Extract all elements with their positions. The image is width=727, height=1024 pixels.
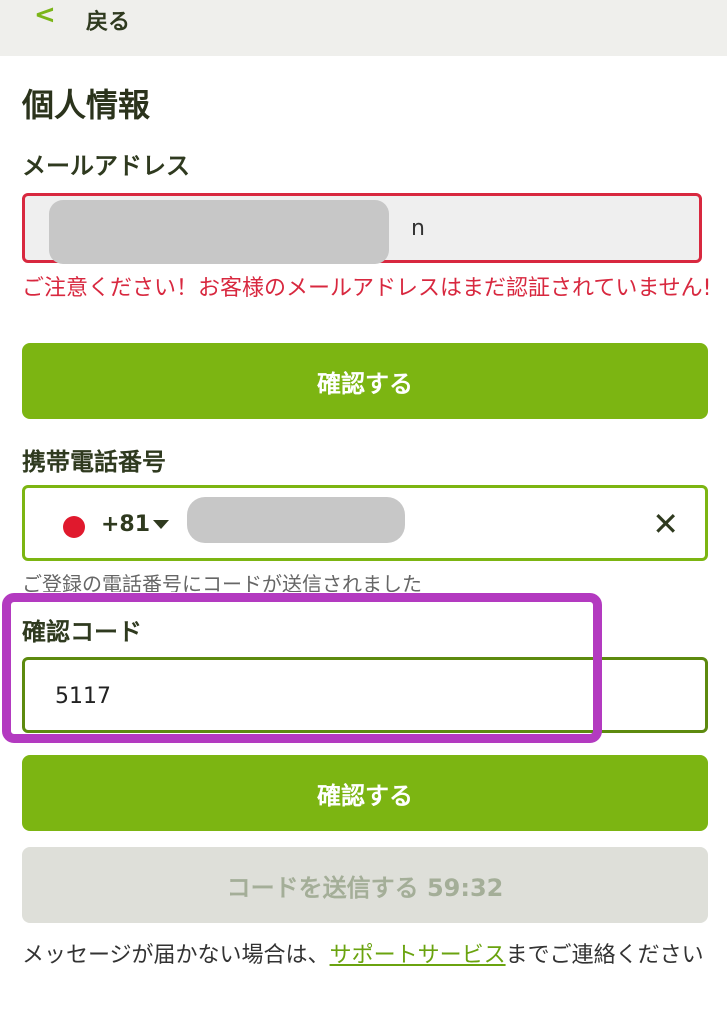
japan-flag-icon <box>63 516 85 538</box>
verification-code-value: 5117 <box>55 684 111 709</box>
resend-code-button: コードを送信する 59:32 <box>22 847 708 923</box>
caret-down-icon[interactable] <box>153 520 169 529</box>
top-bar: < 戻る <box>0 0 727 56</box>
email-value-tail: n <box>411 216 425 241</box>
help-text: メッセージが届かない場合は、サポートサービスまでご連絡ください <box>22 940 712 972</box>
help-text-after: までご連絡ください <box>505 943 704 968</box>
phone-field[interactable]: +81 ✕ <box>22 485 708 561</box>
help-text-before: メッセージが届かない場合は、 <box>22 943 330 968</box>
country-code-selector[interactable]: +81 <box>101 512 150 537</box>
email-label: メールアドレス <box>22 152 190 180</box>
email-field[interactable]: n <box>22 193 702 264</box>
email-unverified-warning: ご注意ください！お客様のメールアドレスはまだ認証されていません! <box>22 276 712 301</box>
back-link[interactable]: 戻る <box>86 4 130 36</box>
verification-code-label: 確認コード <box>22 618 142 646</box>
phone-label: 携帯電話番号 <box>22 448 166 476</box>
code-confirm-button[interactable]: 確認する <box>22 755 708 831</box>
email-confirm-button[interactable]: 確認する <box>22 343 708 419</box>
code-sent-note: ご登録の電話番号にコードが送信されました <box>22 572 422 592</box>
redacted-email <box>49 200 389 264</box>
page-title: 個人情報 <box>22 86 151 124</box>
support-link[interactable]: サポートサービス <box>330 943 506 968</box>
redacted-phone <box>187 497 405 543</box>
close-icon[interactable]: ✕ <box>652 504 679 544</box>
chevron-left-icon[interactable]: < <box>34 2 56 28</box>
verification-code-input[interactable]: 5117 <box>22 657 708 733</box>
